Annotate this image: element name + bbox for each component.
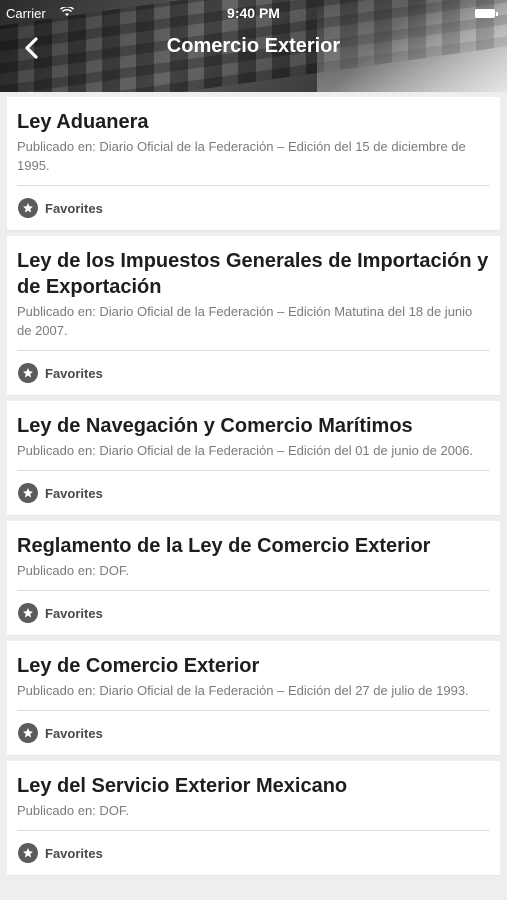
battery-icon	[475, 9, 498, 18]
item-subtitle: Publicado en: Diario Oficial de la Feder…	[17, 683, 469, 698]
list-item[interactable]: Ley Aduanera Publicado en: Diario Oficia…	[7, 97, 500, 230]
favorites-button[interactable]: Favorites	[17, 351, 490, 395]
star-icon	[18, 198, 38, 218]
favorites-button[interactable]: Favorites	[17, 186, 490, 230]
list-item[interactable]: Ley del Servicio Exterior Mexicano Publi…	[7, 761, 500, 875]
list-item[interactable]: Ley de los Impuestos Generales de Import…	[7, 236, 500, 395]
item-title: Ley de Navegación y Comercio Marítimos	[17, 415, 413, 437]
favorites-button[interactable]: Favorites	[17, 591, 490, 635]
item-subtitle: Publicado en: Diario Oficial de la Feder…	[17, 139, 466, 173]
navigation-bar: Comercio Exterior	[0, 28, 507, 68]
favorites-label: Favorites	[45, 845, 103, 861]
favorites-label: Favorites	[45, 485, 103, 501]
star-icon	[18, 363, 38, 383]
item-title: Reglamento de la Ley de Comercio Exterio…	[17, 535, 431, 557]
item-subtitle: Publicado en: Diario Oficial de la Feder…	[17, 304, 473, 338]
star-icon	[18, 843, 38, 863]
item-subtitle: Publicado en: DOF.	[17, 803, 130, 818]
favorites-button[interactable]: Favorites	[17, 471, 490, 515]
item-title: Ley del Servicio Exterior Mexicano	[17, 775, 348, 797]
list-item[interactable]: Ley de Navegación y Comercio Marítimos P…	[7, 401, 500, 515]
favorites-label: Favorites	[45, 365, 103, 381]
list-item[interactable]: Ley de Comercio Exterior Publicado en: D…	[7, 641, 500, 755]
header: Carrier 9:40 PM Comercio Exterior	[0, 0, 507, 92]
list-item[interactable]: Reglamento de la Ley de Comercio Exterio…	[7, 521, 500, 635]
star-icon	[18, 483, 38, 503]
item-subtitle: Publicado en: DOF.	[17, 563, 130, 578]
item-title: Ley de Comercio Exterior	[17, 655, 260, 677]
star-icon	[18, 603, 38, 623]
item-title: Ley Aduanera	[17, 111, 149, 133]
favorites-label: Favorites	[45, 605, 103, 621]
law-list: Ley Aduanera Publicado en: Diario Oficia…	[0, 92, 507, 875]
item-title: Ley de los Impuestos Generales de Import…	[17, 250, 489, 298]
star-icon	[18, 723, 38, 743]
status-time: 9:40 PM	[227, 5, 280, 21]
favorites-button[interactable]: Favorites	[17, 711, 490, 755]
favorites-button[interactable]: Favorites	[17, 831, 490, 875]
favorites-label: Favorites	[45, 725, 103, 741]
item-subtitle: Publicado en: Diario Oficial de la Feder…	[17, 443, 474, 458]
favorites-label: Favorites	[45, 200, 103, 216]
page-title: Comercio Exterior	[166, 35, 341, 57]
status-bar: Carrier 9:40 PM	[0, 4, 507, 24]
